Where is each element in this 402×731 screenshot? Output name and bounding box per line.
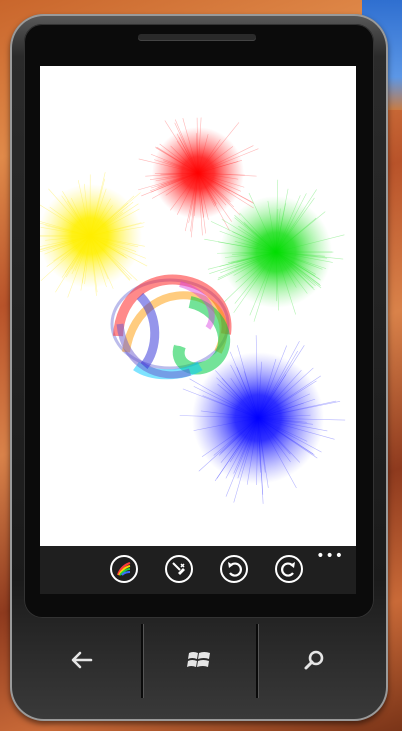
start-button[interactable] <box>141 618 257 702</box>
color-palette-icon <box>116 561 131 576</box>
yellow-splat <box>40 184 142 288</box>
more-menu-button[interactable]: ••• <box>316 548 344 564</box>
back-arrow-icon <box>71 651 93 669</box>
eraser-icon <box>172 562 185 575</box>
application-bar: ••• <box>40 546 356 594</box>
color-picker-button[interactable] <box>110 555 138 583</box>
search-icon <box>304 650 324 670</box>
green-splat <box>220 196 332 308</box>
drawing-canvas[interactable] <box>40 66 356 546</box>
hardware-buttons <box>10 618 388 702</box>
canvas-drawing <box>40 117 346 504</box>
redo-button[interactable] <box>275 555 303 583</box>
blue-splat <box>192 352 324 484</box>
search-button[interactable] <box>256 618 372 702</box>
undo-button[interactable] <box>220 555 248 583</box>
rainbow-swirl <box>110 274 232 380</box>
red-splat <box>152 127 244 219</box>
windows-logo-icon <box>187 652 210 667</box>
redo-icon <box>281 562 295 577</box>
clear-button[interactable] <box>165 555 193 583</box>
phone-frame: ••• <box>10 14 388 721</box>
back-button[interactable] <box>24 618 140 702</box>
earpiece-speaker <box>138 34 256 40</box>
undo-icon <box>228 562 242 577</box>
